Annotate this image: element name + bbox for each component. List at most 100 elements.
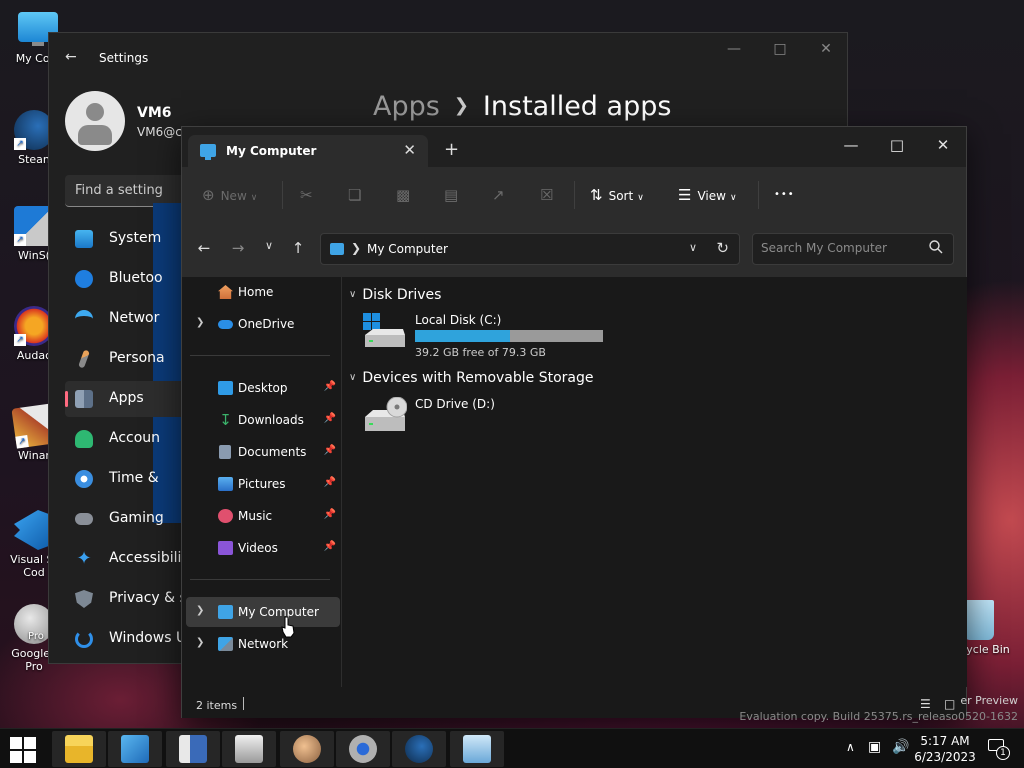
installer-icon [463,735,491,763]
recent-locations-icon[interactable]: ∨ [257,239,281,252]
taskbar-app-3[interactable] [166,731,220,767]
taskbar-app-5[interactable] [280,731,334,767]
more-options-button[interactable]: ••• [774,181,795,209]
nav-item-music[interactable]: Music 📌 [186,501,340,531]
tab-my-computer[interactable]: My Computer ✕ [188,135,428,167]
taskbar-app-4[interactable] [222,731,276,767]
minimize-button[interactable]: — [711,41,757,57]
paste-button[interactable]: ▩ [396,181,416,209]
nav-item-documents[interactable]: Documents 📌 [186,437,340,467]
brush-icon [78,349,90,369]
show-hidden-icons-icon[interactable]: ∧ [846,740,855,754]
sidebar-item-label: System [109,230,162,246]
group-header-disk-drives[interactable]: ∨ Disk Drives [349,287,441,303]
breadcrumb-apps[interactable]: Apps [373,91,440,122]
nav-item-network[interactable]: ❯ Network [186,629,340,659]
nav-item-videos[interactable]: Videos 📌 [186,533,340,563]
local-disk-icon [363,313,405,347]
back-arrow-icon[interactable]: ← [65,49,77,65]
search-icon[interactable] [929,240,943,254]
account-icon [75,430,93,448]
volume-icon[interactable]: 🔊 [892,739,909,755]
drive-name: CD Drive (D:) [415,397,495,411]
close-tab-icon[interactable]: ✕ [403,141,416,159]
chevron-down-icon: ∨ [729,193,737,203]
taskbar-file-explorer[interactable] [52,731,106,767]
address-text: My Computer [367,242,448,256]
item-count: 2 items [196,699,238,712]
new-button[interactable]: ⊕ New ∨ [202,181,257,209]
copy-icon: ❏ [348,186,362,204]
cut-button[interactable]: ✂ [300,181,319,209]
search-box[interactable] [752,233,954,265]
address-dropdown-icon[interactable]: ∨ [689,241,697,254]
system-clock[interactable]: 5:17 AM 6/23/2023 [910,733,980,765]
search-input[interactable] [761,241,921,255]
document-list-icon [179,735,207,763]
chevron-right-icon[interactable]: ❯ [196,317,204,328]
taskbar-settings[interactable] [336,731,390,767]
pin-icon[interactable]: 📌 [324,413,336,424]
videos-icon [218,541,233,555]
maximize-button[interactable]: □ [757,41,803,57]
taskbar-steam[interactable] [392,731,446,767]
details-view-icon[interactable]: ☰ [920,697,931,711]
forward-arrow-icon[interactable]: → [226,239,250,257]
recycle-bin-icon [964,600,994,640]
pin-icon[interactable]: 📌 [324,477,336,488]
refresh-icon[interactable]: ↻ [716,239,729,257]
sidebar-item-label: Gaming [109,510,164,526]
view-button[interactable]: ☰ View ∨ [678,181,737,209]
network-icon [218,637,233,651]
control-panel-icon [121,735,149,763]
nav-item-pictures[interactable]: Pictures 📌 [186,469,340,499]
nav-item-home[interactable]: Home [186,277,340,307]
pin-icon[interactable]: 📌 [324,381,336,392]
breadcrumb: Apps ❯ Installed apps [373,91,671,122]
nav-item-downloads[interactable]: ↧ Downloads 📌 [186,405,340,435]
scissors-icon: ✂ [300,186,313,204]
group-header-removable-storage[interactable]: ∨ Devices with Removable Storage [349,370,594,386]
hand-cursor-icon [281,616,295,638]
monitor-icon [218,605,233,619]
clock-time: 5:17 AM [920,734,970,748]
avatar[interactable] [65,91,125,151]
share-button[interactable]: ↗ [492,181,511,209]
up-arrow-icon[interactable]: ↑ [286,239,310,257]
rename-button[interactable]: ▤ [444,181,464,209]
close-button[interactable]: ✕ [920,131,966,159]
minimize-button[interactable]: — [828,131,874,159]
pin-icon[interactable]: 📌 [324,509,336,520]
share-icon: ↗ [492,186,505,204]
sort-button[interactable]: ⇅ Sort ∨ [590,181,644,209]
tiles-view-icon[interactable]: □ [944,697,955,711]
address-bar[interactable]: ❯ My Computer ∨ ↻ [320,233,740,265]
back-arrow-icon[interactable]: ← [192,239,216,257]
delete-button[interactable]: ☒ [540,181,559,209]
pin-icon[interactable]: 📌 [324,445,336,456]
wifi-icon [75,310,93,328]
system-icon [75,230,93,248]
nav-item-my-computer[interactable]: ❯ My Computer [186,597,340,627]
chevron-right-icon[interactable]: ❯ [196,637,204,648]
network-status-icon[interactable]: ▣ [868,739,881,755]
desktop-icon-label: ycle Bin [966,643,1010,656]
notification-center-button[interactable]: 1 [988,739,1010,760]
pin-icon[interactable]: 📌 [324,541,336,552]
start-button[interactable] [10,737,36,763]
close-button[interactable]: ✕ [803,41,849,57]
nav-item-desktop[interactable]: Desktop 📌 [186,373,340,403]
taskbar-control-panel[interactable] [108,731,162,767]
taskbar-app-8[interactable] [450,731,504,767]
nav-item-onedrive[interactable]: ❯ OneDrive [186,309,340,339]
chevron-right-icon[interactable]: ❯ [196,605,204,616]
drive-item-c[interactable]: Local Disk (C:) 39.2 GB free of 79.3 GB [363,313,623,359]
chevron-down-icon: ∨ [637,193,644,203]
sidebar-item-label: Accoun [109,430,161,446]
copy-button[interactable]: ❏ [348,181,367,209]
rename-icon: ▤ [444,186,459,204]
file-explorer-window[interactable]: My Computer ✕ + — □ ✕ ⊕ New ∨ ✂ ❏ ▩ ▤ ↗ ☒ … [181,126,967,718]
drive-item-d[interactable]: CD Drive (D:) [363,397,563,437]
maximize-button[interactable]: □ [874,131,920,159]
new-tab-button[interactable]: + [444,139,459,160]
